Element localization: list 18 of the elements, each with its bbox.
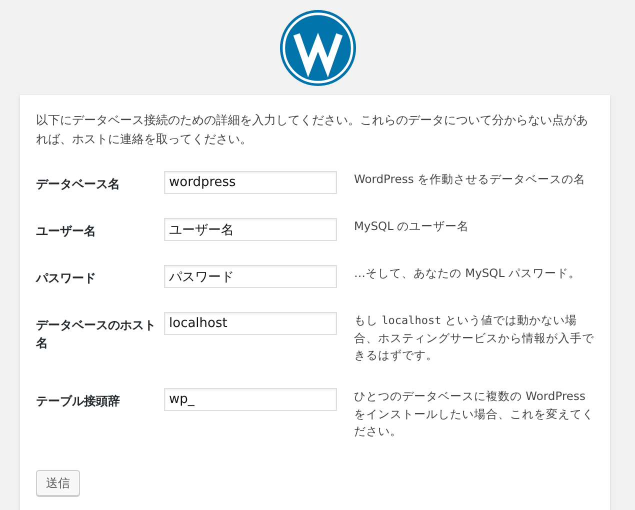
field-label: パスワード <box>36 270 97 288</box>
field-label: テーブル接頭辞 <box>36 393 121 410</box>
field-label: データベースのホスト名 <box>36 317 157 352</box>
input-field[interactable]: wordpress <box>164 171 337 194</box>
help-text: MySQL のユーザー名 <box>354 218 470 236</box>
input-field[interactable]: localhost <box>164 312 337 336</box>
input-field[interactable]: ユーザー名 <box>164 218 337 242</box>
input-field[interactable]: wp_ <box>164 388 337 412</box>
intro-text: 以下にデータベース接続のための詳細を入力してください。これらのデータについて分からない点があれば、ホストに連絡を取ってください。 <box>36 112 589 148</box>
input-field[interactable]: パスワード <box>164 265 337 288</box>
help-text: ひとつのデータベースに複数の WordPress をインストールしたい場合、これを変えてください。 <box>354 388 594 440</box>
help-text: もし localhost という値では動かない場合、ホスティングサービスから情報が入手できるはずです。 <box>354 312 594 364</box>
help-text: …そして、あなたの MySQL パスワード。 <box>354 265 582 282</box>
field-label: ユーザー名 <box>36 223 97 240</box>
field-label: データベース名 <box>36 176 121 194</box>
logo-icon <box>278 8 356 86</box>
submit-button[interactable]: 送信 <box>36 470 80 496</box>
help-text: WordPress を作動させるデータベースの名 <box>354 171 586 188</box>
